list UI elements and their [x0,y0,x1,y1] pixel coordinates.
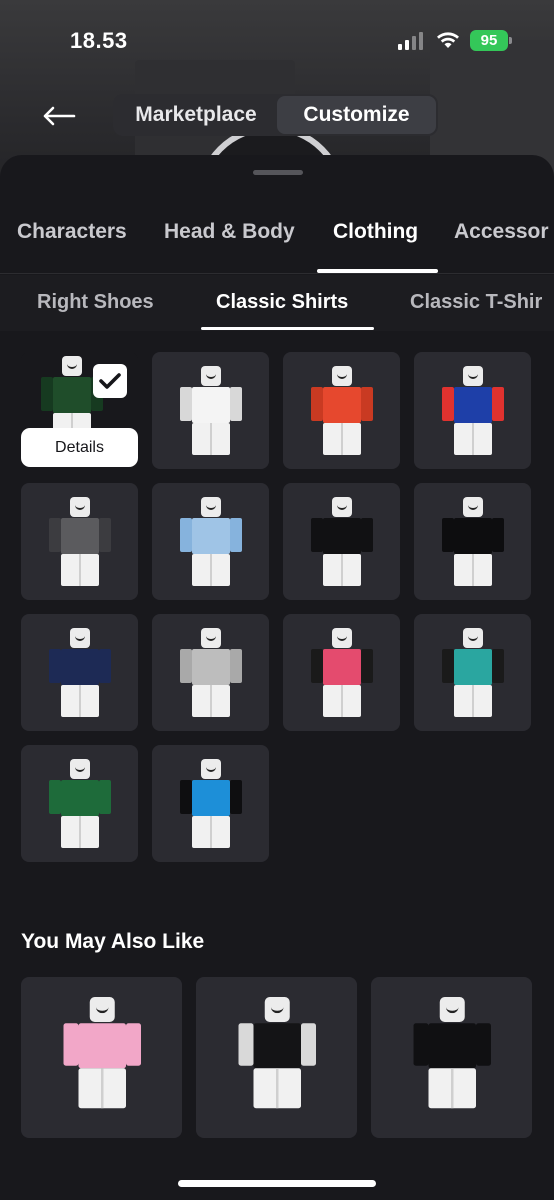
status-bar: 18.53 95 [0,0,554,84]
you-may-also-like-title: You May Also Like [21,930,205,953]
avatar-figure [61,997,144,1110]
segment-customize[interactable]: Customize [277,96,436,134]
sheet-grabber[interactable] [253,170,303,175]
battery-icon: 95 [470,30,512,51]
item-tile-black-tee-shirt-1[interactable] [283,483,400,600]
back-button[interactable] [38,98,80,134]
subcategory-tabs: Right Shoes Classic Shirts Classic T-Shi… [0,275,554,331]
active-subtab-indicator [201,327,374,330]
cellular-signal-icon [398,32,424,50]
avatar-figure [178,759,244,849]
recommended-item-black-g30-shirt[interactable] [196,977,357,1138]
item-tile-rainbow-jacket-shirt[interactable] [283,614,400,731]
item-tile-denim-jacket-shirt[interactable] [152,483,269,600]
item-tile-navy-graphic-shirt[interactable] [21,614,138,731]
tab-accessories[interactable]: Accessor [454,220,549,244]
item-tile-orange-jersey-shirt[interactable] [283,352,400,469]
avatar-figure [309,497,375,587]
item-tile-grey-vest-shirt[interactable] [21,483,138,600]
item-tile-teal-leather-jacket-shirt[interactable] [414,614,531,731]
item-tile-green-black-shirt[interactable]: Details [21,352,138,469]
avatar-figure [47,759,113,849]
mode-segmented-control: Marketplace Customize [113,94,438,136]
item-tile-green-varsity-shirt[interactable] [21,745,138,862]
item-tile-black-blue-jacket-shirt[interactable] [152,745,269,862]
home-indicator[interactable] [178,1180,376,1187]
avatar-figure [236,997,319,1110]
tab-clothing[interactable]: Clothing [333,220,418,244]
selected-check-icon [93,364,127,398]
recommended-item-pink-hello-kitty-shirt[interactable] [21,977,182,1138]
subtab-classic-shirts[interactable]: Classic Shirts [216,291,348,314]
item-tile-white-floral-shirt[interactable] [152,352,269,469]
category-tabs: Characters Head & Body Clothing Accessor [0,212,554,274]
avatar-figure [178,497,244,587]
item-tile-blue-red-yellow-shirt[interactable] [414,352,531,469]
battery-level: 95 [480,32,498,49]
tab-head-body[interactable]: Head & Body [164,220,295,244]
status-time: 18.53 [70,28,128,53]
you-may-also-like-list [21,977,533,1139]
details-button[interactable]: Details [21,428,138,467]
avatar-figure [47,628,113,718]
back-arrow-icon [43,106,76,126]
wifi-icon [436,30,460,50]
avatar-figure [47,497,113,587]
subtab-right-shoes[interactable]: Right Shoes [37,291,154,314]
avatar-figure [309,628,375,718]
item-tile-grey-green-graphic-shirt[interactable] [152,614,269,731]
tab-characters[interactable]: Characters [17,220,127,244]
avatar-figure [411,997,494,1110]
avatar-figure [440,366,506,456]
item-tile-black-tee-shirt-2[interactable] [414,483,531,600]
avatar-figure [440,628,506,718]
active-tab-indicator [317,269,438,273]
customize-sheet: Characters Head & Body Clothing Accessor… [0,155,554,1200]
avatar-figure [178,366,244,456]
segment-marketplace[interactable]: Marketplace [115,96,277,134]
avatar-figure [440,497,506,587]
recommended-item-black-graffiti-shirt[interactable] [371,977,532,1138]
avatar-figure [309,366,375,456]
avatar-figure [178,628,244,718]
subtab-classic-t-shirts[interactable]: Classic T-Shir [410,291,542,314]
